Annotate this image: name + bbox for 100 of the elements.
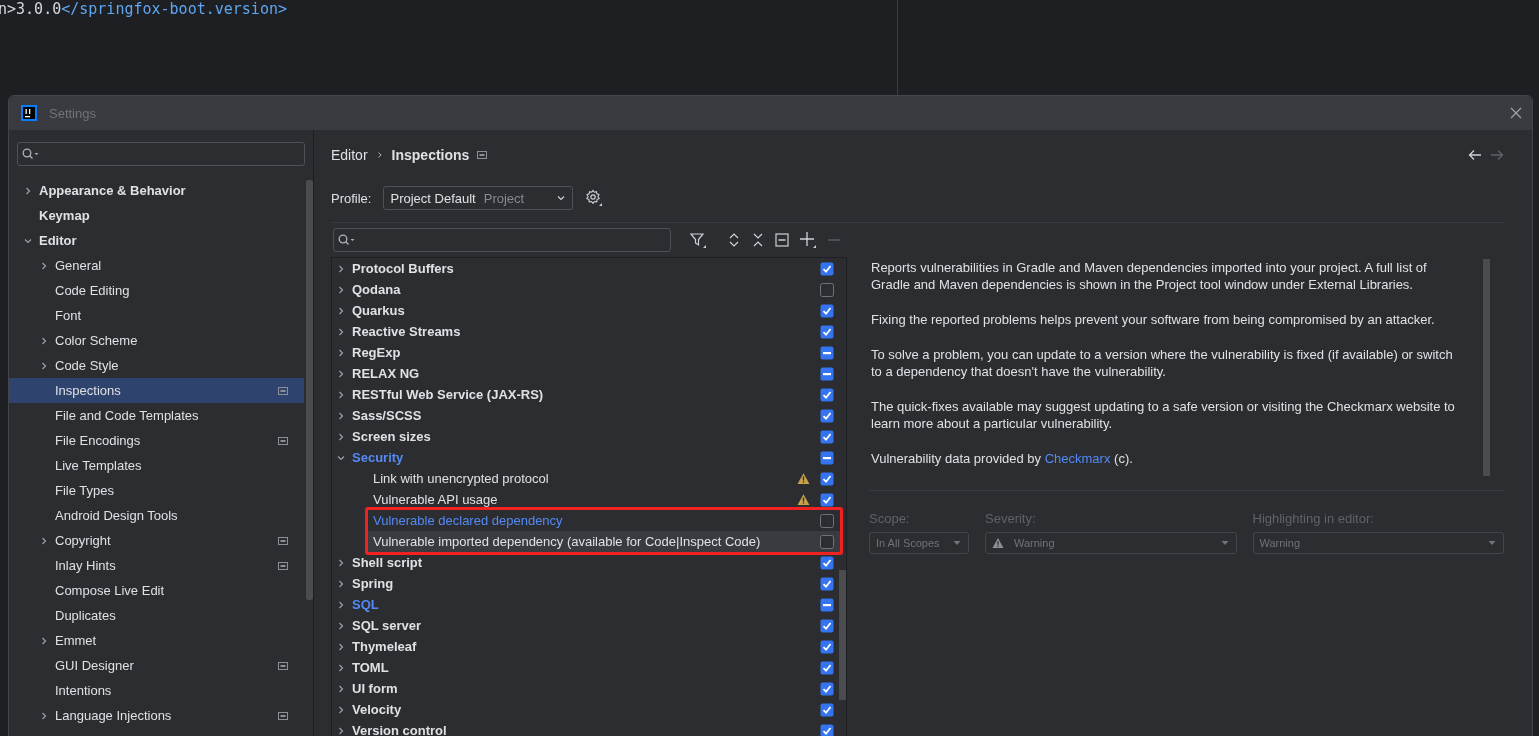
scrollbar[interactable] <box>306 180 313 600</box>
inspection-row[interactable]: Vulnerable API usage <box>332 489 846 510</box>
inspection-row[interactable]: RESTful Web Service (JAX-RS) <box>332 384 846 405</box>
chevron-right-icon[interactable] <box>336 704 346 715</box>
inspection-row[interactable]: Vulnerable declared dependency <box>368 510 840 531</box>
sidebar-item[interactable]: Keymap <box>9 203 304 228</box>
sidebar-item[interactable]: Editor <box>9 228 304 253</box>
checkbox[interactable] <box>820 576 834 591</box>
checkbox[interactable] <box>820 408 834 423</box>
reset-icon[interactable] <box>775 233 789 247</box>
inspection-row[interactable]: Link with unencrypted protocol <box>332 468 846 489</box>
expand-all-icon[interactable] <box>727 232 741 248</box>
chevron-right-icon[interactable] <box>336 347 346 358</box>
chevron-right-icon[interactable] <box>336 662 346 673</box>
checkbox[interactable] <box>820 660 834 675</box>
settings-icon[interactable] <box>585 189 604 207</box>
chevron-right-icon[interactable] <box>336 326 346 337</box>
breadcrumb-item[interactable]: Editor <box>331 147 368 163</box>
checkbox[interactable] <box>820 702 834 717</box>
inspection-row[interactable]: Velocity <box>332 699 846 720</box>
scrollbar[interactable] <box>839 570 846 700</box>
back-arrow-icon[interactable] <box>1468 149 1482 161</box>
chevron-right-icon[interactable] <box>336 410 346 421</box>
inspection-row[interactable]: RELAX NG <box>332 363 846 384</box>
sidebar-item[interactable]: File Encodings <box>9 428 304 453</box>
sidebar-item[interactable]: Android Design Tools <box>9 503 304 528</box>
checkbox[interactable] <box>820 618 834 633</box>
sidebar-item[interactable]: File Types <box>9 478 304 503</box>
checkbox[interactable] <box>820 492 834 507</box>
close-icon[interactable] <box>1510 107 1522 119</box>
inspection-row[interactable]: Qodana <box>332 279 846 300</box>
sidebar-item[interactable]: Color Scheme <box>9 328 304 353</box>
checkbox[interactable] <box>820 429 834 444</box>
profile-dropdown[interactable]: Project Default Project <box>383 186 574 210</box>
chevron-right-icon[interactable] <box>336 284 346 295</box>
inspection-row[interactable]: UI form <box>332 678 846 699</box>
inspection-row[interactable]: Reactive Streams <box>332 321 846 342</box>
chevron-right-icon[interactable] <box>336 641 346 652</box>
chevron-right-icon[interactable] <box>39 710 49 721</box>
checkbox[interactable] <box>820 450 834 465</box>
chevron-right-icon[interactable] <box>39 335 49 346</box>
sidebar-item[interactable]: Inspections <box>9 378 304 403</box>
checkbox[interactable] <box>820 639 834 654</box>
chevron-right-icon[interactable] <box>39 260 49 271</box>
checkbox[interactable] <box>820 324 834 339</box>
sidebar-item[interactable]: Live Templates <box>9 453 304 478</box>
chevron-right-icon[interactable] <box>336 725 346 736</box>
checkbox[interactable] <box>820 303 834 318</box>
inspection-row[interactable]: Quarkus <box>332 300 846 321</box>
chevron-right-icon[interactable] <box>39 360 49 371</box>
sidebar-item[interactable]: Emmet <box>9 628 304 653</box>
checkbox[interactable] <box>820 471 834 486</box>
chevron-right-icon[interactable] <box>336 683 346 694</box>
scrollbar[interactable] <box>1483 259 1490 476</box>
chevron-right-icon[interactable] <box>336 368 346 379</box>
chevron-right-icon[interactable] <box>336 557 346 568</box>
checkbox[interactable] <box>820 345 834 360</box>
inspection-row[interactable]: Thymeleaf <box>332 636 846 657</box>
sidebar-item[interactable]: Compose Live Edit <box>9 578 304 603</box>
sidebar-item[interactable]: Intentions <box>9 678 304 703</box>
sidebar-item[interactable]: Language Injections <box>9 703 304 728</box>
inspection-row[interactable]: TOML <box>332 657 846 678</box>
collapse-all-icon[interactable] <box>751 232 765 248</box>
sidebar-item[interactable]: Copyright <box>9 528 304 553</box>
sidebar-item[interactable]: Inlay Hints <box>9 553 304 578</box>
inspection-row[interactable]: SQL <box>332 594 846 615</box>
inspection-row[interactable]: Security <box>332 447 846 468</box>
inspection-row[interactable]: Protocol Buffers <box>332 258 846 279</box>
checkbox[interactable] <box>820 723 834 736</box>
sidebar-item[interactable]: Font <box>9 303 304 328</box>
checkbox[interactable] <box>820 366 834 381</box>
sidebar-item[interactable]: Code Style <box>9 353 304 378</box>
inspection-row[interactable]: Spring <box>332 573 846 594</box>
chevron-right-icon[interactable] <box>39 535 49 546</box>
checkbox[interactable] <box>820 534 834 549</box>
inspection-row[interactable]: RegExp <box>332 342 846 363</box>
chevron-right-icon[interactable] <box>336 389 346 400</box>
checkbox[interactable] <box>820 282 834 297</box>
inspection-row[interactable]: Shell script <box>332 552 846 573</box>
chevron-right-icon[interactable] <box>336 263 346 274</box>
sidebar-item[interactable]: GUI Designer <box>9 653 304 678</box>
sidebar-item[interactable]: File and Code Templates <box>9 403 304 428</box>
checkbox[interactable] <box>820 261 834 276</box>
chevron-right-icon[interactable] <box>336 599 346 610</box>
checkbox[interactable] <box>820 387 834 402</box>
inspection-row[interactable]: SQL server <box>332 615 846 636</box>
sidebar-item[interactable]: Code Editing <box>9 278 304 303</box>
chevron-right-icon[interactable] <box>336 578 346 589</box>
add-icon[interactable] <box>799 231 817 249</box>
checkbox[interactable] <box>820 681 834 696</box>
inspection-row[interactable]: Vulnerable imported dependency (available for Code|Inspect Code) <box>368 531 840 552</box>
search-field[interactable] <box>333 228 671 252</box>
sidebar-item[interactable]: Duplicates <box>9 603 304 628</box>
inspection-row[interactable]: Screen sizes <box>332 426 846 447</box>
checkmarx-link[interactable]: Checkmarx <box>1044 451 1111 466</box>
checkbox[interactable] <box>820 555 834 570</box>
chevron-right-icon[interactable] <box>336 620 346 631</box>
checkbox[interactable] <box>820 597 834 612</box>
sidebar-item[interactable]: General <box>9 253 304 278</box>
chevron-right-icon[interactable] <box>23 185 33 196</box>
